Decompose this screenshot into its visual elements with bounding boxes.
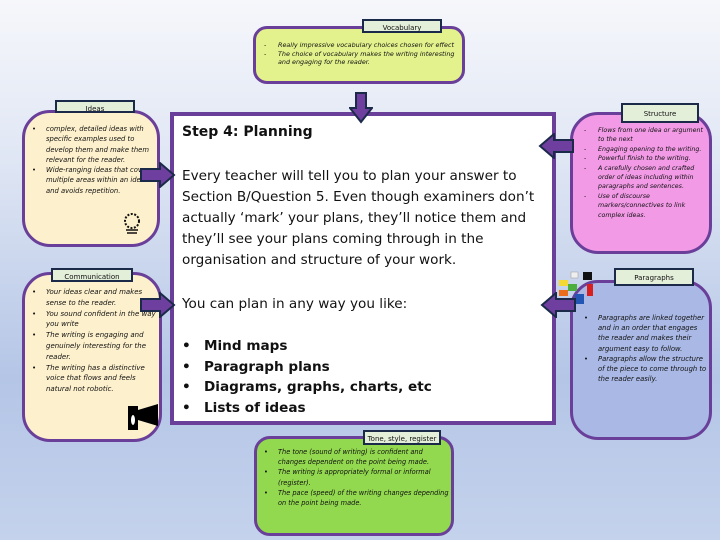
planning-paragraph: Every teacher will tell you to plan your… bbox=[182, 168, 535, 268]
tone-label: Tone, style, register bbox=[363, 430, 441, 445]
paragraphs-item: Paragraphs allow the structure of the pi… bbox=[582, 354, 710, 385]
arrow-right-icon bbox=[140, 292, 176, 318]
paragraphs-list: Paragraphs are linked together and in an… bbox=[582, 313, 710, 384]
ideas-item: Wide-ranging ideas that cover multiple a… bbox=[30, 165, 152, 196]
vocabulary-list: Really impressive vocabulary choices cho… bbox=[262, 41, 458, 67]
tone-item: The writing is appropriately formal or i… bbox=[262, 467, 450, 487]
arrow-left-icon bbox=[538, 133, 574, 159]
tone-item: The tone (sound of writing) is confident… bbox=[262, 447, 450, 467]
planning-method: • Mind maps bbox=[182, 338, 288, 354]
thinking-head-icon bbox=[124, 213, 140, 234]
planning-panel: Step 4: Planning Every teacher will tell… bbox=[170, 112, 556, 425]
arrow-down-icon bbox=[349, 92, 373, 124]
planning-method: • Paragraph plans bbox=[182, 358, 330, 375]
tone-list: The tone (sound of writing) is confident… bbox=[262, 447, 450, 508]
arrow-right-icon bbox=[140, 162, 176, 188]
structure-label: Structure bbox=[621, 103, 699, 123]
paragraphs-item: Paragraphs are linked together and in an… bbox=[582, 313, 710, 354]
arrow-left-icon bbox=[540, 292, 576, 318]
planning-methods-list: • Mind maps • Paragraph plans • Diagrams, g… bbox=[182, 336, 432, 418]
planning-heading: Step 4: Planning bbox=[182, 124, 313, 140]
ideas-label: Ideas bbox=[55, 100, 135, 113]
vocabulary-label: Vocabulary bbox=[362, 19, 442, 33]
structure-list: Flows from one idea or argument to the n… bbox=[582, 126, 708, 220]
paragraphs-label: Paragraphs bbox=[614, 268, 694, 286]
communication-label: Communication bbox=[51, 268, 133, 282]
planning-intro: You can plan in any way you like: bbox=[182, 296, 408, 312]
structure-item: Flows from one idea or argument to the n… bbox=[582, 126, 708, 145]
vocabulary-item: Really impressive vocabulary choices cho… bbox=[262, 41, 458, 50]
tone-item: The pace (speed) of the writing changes … bbox=[262, 488, 450, 508]
ideas-item: complex, detailed ideas with specific ex… bbox=[30, 124, 152, 165]
communication-item: The writing has a distinctive voice that… bbox=[30, 363, 160, 395]
structure-item: Use of discourse markers/connectives to … bbox=[582, 192, 708, 220]
planning-method: • Diagrams, graphs, charts, etc bbox=[182, 379, 432, 395]
structure-item: Powerful finish to the writing. bbox=[582, 154, 708, 164]
communication-item: The writing is engaging and genuinely in… bbox=[30, 330, 160, 362]
ideas-list: complex, detailed ideas with specific ex… bbox=[30, 124, 152, 196]
structure-item: Engaging opening to the writing. bbox=[582, 145, 708, 155]
megaphone-icon bbox=[128, 404, 158, 430]
planning-method: • Lists of ideas bbox=[182, 399, 306, 416]
structure-item: A carefully chosen and crafted order of … bbox=[582, 164, 708, 192]
vocabulary-item: The choice of vocabulary makes the writi… bbox=[262, 50, 458, 67]
